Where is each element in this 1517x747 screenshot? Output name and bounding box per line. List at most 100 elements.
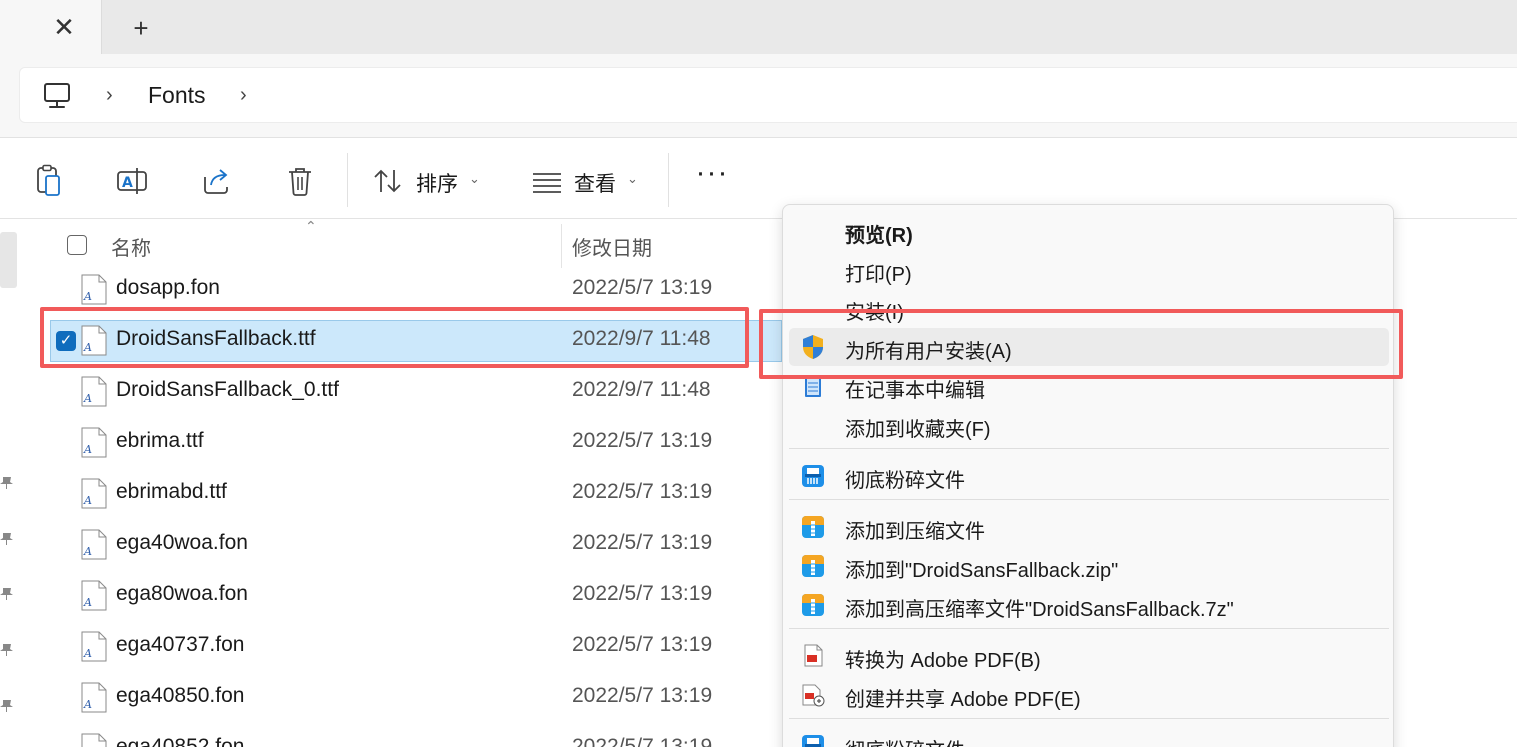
menu-item-label: 转换为 Adobe PDF(B) xyxy=(845,650,1041,672)
computer-icon[interactable] xyxy=(42,82,72,110)
file-date: 2022/5/7 13:19 xyxy=(572,531,713,554)
menu-item-preview[interactable]: 预览(R) xyxy=(789,212,1389,250)
chevron-down-icon: ⌄ xyxy=(627,171,638,186)
pin-icon xyxy=(0,644,13,656)
file-row[interactable]: Aega80woa.fon 2022/5/7 13:19 xyxy=(22,574,782,625)
delete-button[interactable] xyxy=(280,161,320,201)
font-file-icon: A xyxy=(81,478,107,509)
shredder-icon xyxy=(802,735,824,747)
menu-item-add-zip[interactable]: 添加到"DroidSansFallback.zip" xyxy=(789,547,1389,585)
svg-text:A: A xyxy=(83,596,92,609)
pdf-convert-icon xyxy=(804,644,823,667)
menu-separator xyxy=(789,448,1389,449)
archive-icon xyxy=(802,555,824,577)
file-row[interactable]: Aega40737.fon 2022/5/7 13:19 xyxy=(22,625,782,676)
file-date: 2022/5/7 13:19 xyxy=(572,684,713,707)
highlight-install-all-users xyxy=(759,309,1403,379)
font-file-icon: A xyxy=(81,529,107,560)
file-row[interactable]: Aega40woa.fon 2022/5/7 13:19 xyxy=(22,523,782,574)
address-area: › Fonts › xyxy=(0,54,1517,138)
menu-item-add-archive[interactable]: 添加到压缩文件 xyxy=(789,508,1389,546)
file-name: ega40woa.fon xyxy=(116,531,248,554)
shredder-icon xyxy=(802,465,824,487)
delete-icon xyxy=(289,168,311,196)
font-file-icon: A xyxy=(81,631,107,662)
font-file-icon: A xyxy=(81,274,107,305)
more-options-button[interactable]: ··· xyxy=(692,158,732,201)
sort-label: 排序 xyxy=(416,173,458,196)
menu-item-shred-2[interactable]: 彻底粉碎文件 xyxy=(789,727,1389,747)
pin-icon xyxy=(0,477,13,489)
menu-item-convert-pdf[interactable]: 转换为 Adobe PDF(B) xyxy=(789,637,1389,675)
share-button[interactable] xyxy=(196,161,236,201)
file-date: 2022/5/7 13:19 xyxy=(572,735,713,747)
copy-button[interactable] xyxy=(28,161,68,201)
pin-icon xyxy=(0,700,13,712)
menu-item-print[interactable]: 打印(P) xyxy=(789,251,1389,289)
font-file-icon: A xyxy=(81,427,107,458)
file-name: dosapp.fon xyxy=(116,276,220,299)
file-name: ega40850.fon xyxy=(116,684,245,707)
column-name[interactable]: 名称 xyxy=(111,232,151,261)
font-file-icon: A xyxy=(81,733,107,747)
menu-item-label: 添加到收藏夹(F) xyxy=(845,419,991,441)
navigation-pane-edge xyxy=(0,220,22,747)
rename-icon: A xyxy=(117,168,147,194)
breadcrumb-fonts[interactable]: Fonts xyxy=(148,82,206,109)
highlight-selected-file xyxy=(40,307,749,368)
copy-icon xyxy=(37,164,60,196)
menu-item-create-share-pdf[interactable]: 创建并共享 Adobe PDF(E) xyxy=(789,676,1389,714)
svg-text:A: A xyxy=(83,392,92,405)
svg-text:A: A xyxy=(83,698,92,711)
file-row[interactable]: Aebrima.ttf 2022/5/7 13:19 xyxy=(22,421,782,472)
file-name: DroidSansFallback_0.ttf xyxy=(116,378,339,401)
menu-item-label: 创建并共享 Adobe PDF(E) xyxy=(845,689,1081,711)
file-name: ega80woa.fon xyxy=(116,582,248,605)
sort-icon xyxy=(374,169,401,193)
toolbar-divider xyxy=(668,153,669,207)
archive-icon xyxy=(802,594,824,616)
menu-separator xyxy=(789,718,1389,719)
file-name: ebrima.ttf xyxy=(116,429,204,452)
close-tab-icon[interactable]: ✕ xyxy=(51,14,77,40)
file-row[interactable]: A DroidSansFallback_0.ttf 2022/9/7 11:48 xyxy=(22,370,782,421)
svg-text:A: A xyxy=(83,443,92,456)
new-tab-button[interactable]: + xyxy=(126,14,156,42)
menu-item-label: 添加到高压缩率文件"DroidSansFallback.7z" xyxy=(845,599,1234,621)
file-date: 2022/5/7 13:19 xyxy=(572,429,713,452)
archive-icon xyxy=(802,516,824,538)
file-row[interactable]: Aega40852.fon 2022/5/7 13:19 xyxy=(22,727,782,747)
breadcrumb-chevron[interactable]: › xyxy=(240,84,247,107)
menu-item-shred[interactable]: 彻底粉碎文件 xyxy=(789,457,1389,495)
breadcrumb-chevron[interactable]: › xyxy=(106,84,113,107)
svg-text:A: A xyxy=(83,545,92,558)
share-icon xyxy=(204,169,228,194)
file-name: ega40737.fon xyxy=(116,633,245,656)
svg-text:A: A xyxy=(122,175,133,191)
menu-separator xyxy=(789,499,1389,500)
file-date: 2022/5/7 13:19 xyxy=(572,633,713,656)
file-date: 2022/5/7 13:19 xyxy=(572,276,713,299)
menu-item-label: 添加到"DroidSansFallback.zip" xyxy=(845,560,1119,582)
menu-item-add-favorites[interactable]: 添加到收藏夹(F) xyxy=(789,406,1389,444)
active-tab[interactable]: ✕ xyxy=(0,0,102,54)
file-date: 2022/9/7 11:48 xyxy=(572,378,711,401)
column-date-modified[interactable]: 修改日期 xyxy=(572,232,652,261)
address-bar[interactable]: › Fonts › xyxy=(19,67,1517,123)
file-row[interactable]: Aega40850.fon 2022/5/7 13:19 xyxy=(22,676,782,727)
menu-item-label: 预览(R) xyxy=(845,225,913,247)
svg-text:A: A xyxy=(83,290,92,303)
tab-bar: ✕ + xyxy=(0,0,1517,54)
nav-scrollbar-thumb[interactable] xyxy=(0,232,17,288)
menu-item-label: 添加到压缩文件 xyxy=(845,521,985,543)
file-name: ebrimabd.ttf xyxy=(116,480,227,503)
select-all-checkbox[interactable] xyxy=(67,235,87,255)
svg-text:A: A xyxy=(83,494,92,507)
file-row[interactable]: Aebrimabd.ttf 2022/5/7 13:19 xyxy=(22,472,782,523)
sort-ascending-icon: ⌃ xyxy=(305,218,317,234)
menu-item-label: 彻底粉碎文件 xyxy=(845,734,965,747)
rename-button[interactable]: A xyxy=(112,161,152,201)
menu-item-add-7z[interactable]: 添加到高压缩率文件"DroidSansFallback.7z" xyxy=(789,586,1389,624)
column-divider[interactable] xyxy=(561,224,562,268)
pdf-share-icon xyxy=(802,684,825,707)
